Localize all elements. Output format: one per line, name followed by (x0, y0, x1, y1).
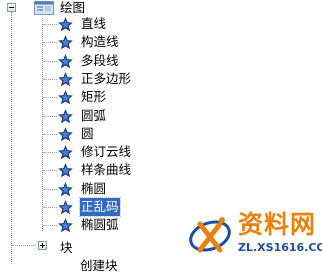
star-icon (58, 108, 73, 124)
watermark-title: 资料网 (238, 210, 317, 239)
tree-guide-branch (43, 188, 57, 190)
tree-node-block-label[interactable]: 块 (60, 239, 73, 257)
tree-guide-branch (43, 60, 57, 62)
tree-item-label: 矩形 (81, 89, 107, 105)
tree-guide-branch (43, 133, 57, 135)
tree-item[interactable]: 椭圆弧 (58, 216, 168, 234)
tree-item[interactable]: 多段线 (58, 52, 168, 70)
tree-item[interactable]: 样条曲线 (58, 161, 168, 179)
tree-guide-children (42, 18, 43, 231)
folder-icon (34, 0, 54, 16)
tree-item-label: 多段线 (81, 52, 119, 68)
tree-node-partial-label[interactable]: 创建块 (80, 257, 118, 275)
tree-guide-branch (43, 225, 57, 227)
star-icon (58, 35, 73, 50)
folder-icon (52, 238, 58, 254)
star-icon (58, 17, 73, 32)
tree-guide-block (12, 245, 36, 246)
tree-item-label: 椭圆弧 (81, 217, 119, 233)
tree-item[interactable]: 修订云线 (58, 143, 168, 161)
tree-guide-root (11, 12, 12, 264)
tree-item[interactable]: 直线 (58, 15, 168, 33)
watermark-url: ZL.XS1616.COM (238, 241, 322, 254)
tree-item-label: 构造线 (81, 34, 119, 50)
tree-item[interactable]: 正多边形 (58, 70, 168, 88)
star-icon (58, 126, 73, 142)
star-icon (58, 145, 73, 160)
tree-item-label: 直线 (81, 16, 107, 31)
tree-item-label: 修订云线 (81, 144, 132, 160)
star-icon (58, 200, 73, 215)
tree-item-label: 样条曲线 (81, 162, 132, 178)
tree-item[interactable]: 矩形 (58, 88, 168, 106)
star-icon (58, 163, 73, 178)
tree-guide-branch (43, 97, 57, 99)
star-icon (58, 72, 73, 87)
tree-item[interactable]: 圆 (58, 125, 168, 143)
tree-item-label: 椭圆 (81, 180, 107, 196)
block-expand-toggle[interactable] (38, 241, 47, 250)
tree-item-label: 正乱码 (79, 197, 121, 217)
tree-guide-branch (43, 207, 57, 208)
tree-item[interactable]: 构造线 (58, 33, 168, 51)
tree-item-label: 正多边形 (81, 70, 132, 86)
tree-root-label[interactable]: 绘图 (60, 0, 85, 16)
tree-item[interactable]: 椭圆 (58, 180, 168, 198)
star-icon (58, 90, 73, 105)
star-icon (58, 181, 73, 197)
star-icon (58, 218, 73, 233)
tree-guide-branch (43, 78, 57, 80)
star-icon (58, 53, 73, 69)
tree-guide-branch (43, 42, 57, 44)
tree-guide-branch (43, 170, 57, 172)
watermark-logo (186, 210, 234, 258)
tree-guide-branch (43, 115, 57, 117)
tree-item[interactable]: 正乱码 (58, 197, 168, 217)
tree-item-label: 圆弧 (81, 107, 107, 123)
tree-guide-branch (43, 24, 57, 25)
tree-item-label: 圆 (81, 125, 94, 141)
tree-item[interactable]: 圆弧 (58, 107, 168, 125)
root-collapse-toggle[interactable] (7, 3, 16, 12)
tree-guide-branch (43, 152, 57, 154)
